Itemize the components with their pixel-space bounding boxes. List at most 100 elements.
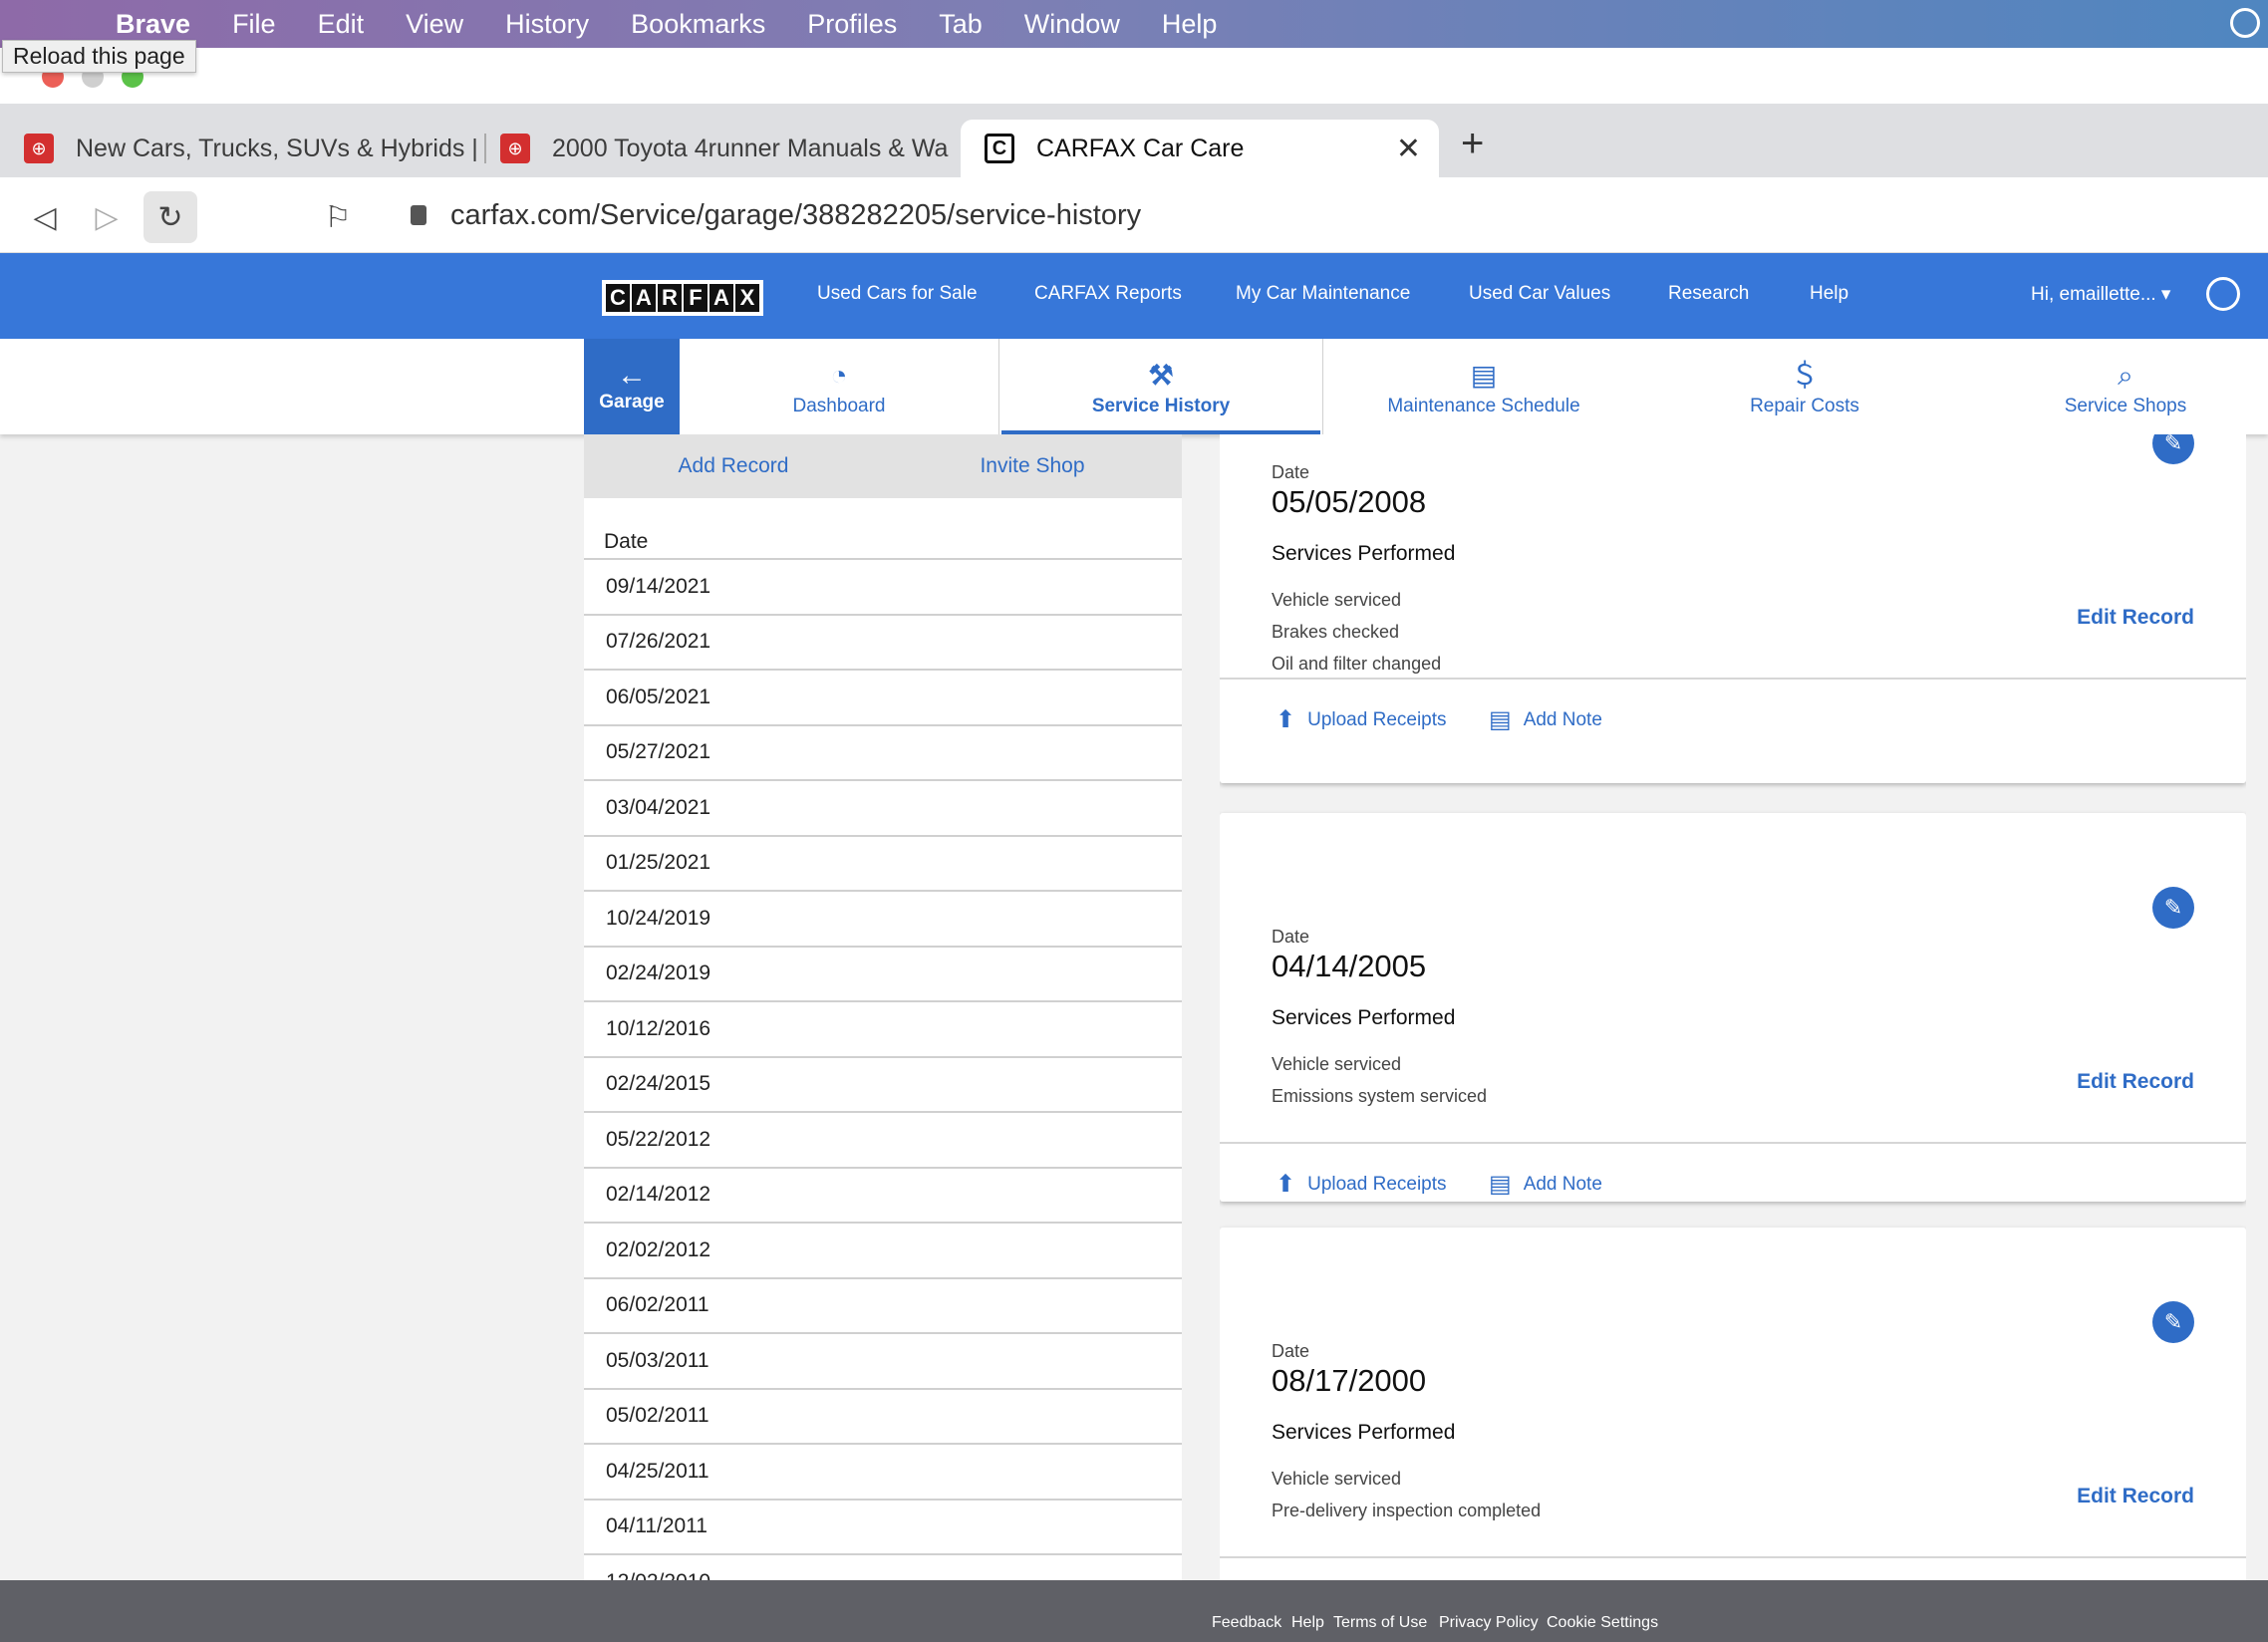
tab-service-history[interactable]: ⚒ Service History (998, 339, 1323, 434)
tab-dashboard[interactable]: ◔ Dashboard (680, 339, 998, 434)
address-bar[interactable]: carfax.com/Service/garage/388282205/serv… (383, 187, 2226, 243)
services-title: Services Performed (1272, 1421, 1456, 1444)
status-icon[interactable] (2230, 8, 2260, 38)
logo-letter: A (709, 284, 733, 312)
service-item: Pre-delivery inspection completed (1272, 1501, 1542, 1520)
clipboard-icon: ▤ (1489, 1171, 1512, 1198)
menu-help[interactable]: Help (1162, 9, 1218, 40)
magic-wand-icon[interactable]: ✎ (2152, 1301, 2194, 1343)
date-list-item[interactable]: 05/27/2021 (584, 726, 1182, 781)
services-title: Services Performed (1272, 542, 1456, 565)
upload-receipts-button[interactable]: ⬆ Upload Receipts (1276, 1170, 1447, 1199)
add-note-button[interactable]: ▤ Add Note (1489, 1170, 1602, 1199)
magic-wand-icon[interactable]: ✎ (2152, 887, 2194, 929)
footer-help[interactable]: Help (1291, 1614, 1324, 1632)
footer-terms[interactable]: Terms of Use (1333, 1614, 1427, 1632)
service-record-card: ✎ Date 04/14/2005 Services Performed Vehicle… (1220, 813, 2246, 1202)
add-record-button[interactable]: Add Record (584, 454, 883, 478)
date-list-item[interactable]: 10/12/2016 (584, 1002, 1182, 1058)
tab-repair-costs[interactable]: ＄ Repair Costs (1644, 339, 1965, 434)
menu-tab[interactable]: Tab (939, 9, 983, 40)
footer-cookie-settings[interactable]: Cookie Settings (1547, 1614, 1658, 1632)
account-icon[interactable] (2206, 277, 2240, 311)
site-footer: Feedback Help Terms of Use Privacy Polic… (0, 1580, 2268, 1642)
menu-file[interactable]: File (232, 9, 276, 40)
edit-record-link[interactable]: Edit Record (2077, 1485, 2194, 1508)
edit-record-link[interactable]: Edit Record (2077, 606, 2194, 630)
footer-feedback[interactable]: Feedback (1212, 1614, 1281, 1632)
date-list-item[interactable]: 02/24/2019 (584, 948, 1182, 1002)
os-menubar: Brave File Edit View History Bookmarks P… (0, 0, 2268, 48)
garage-subnav: ← Garage ◔ Dashboard ⚒ Service History ▤… (0, 339, 2268, 434)
nav-car-maintenance[interactable]: My Car Maintenance (1236, 283, 1410, 305)
date-list-item[interactable]: 03/04/2021 (584, 781, 1182, 837)
tab-carfax[interactable]: C CARFAX Car Care ✕ (961, 120, 1439, 177)
calendar-clock-icon: ▤ (1470, 360, 1498, 391)
menu-view[interactable]: View (406, 9, 463, 40)
menu-window[interactable]: Window (1024, 9, 1120, 40)
nav-used-car-values[interactable]: Used Car Values (1469, 283, 1610, 305)
carfax-logo[interactable]: CARFAX (602, 280, 763, 316)
tab-maintenance-schedule[interactable]: ▤ Maintenance Schedule (1323, 339, 1644, 434)
menu-profiles[interactable]: Profiles (807, 9, 897, 40)
date-list-item[interactable]: 05/02/2011 (584, 1390, 1182, 1445)
date-list-item[interactable]: 02/24/2015 (584, 1058, 1182, 1113)
menu-history[interactable]: History (505, 9, 589, 40)
service-item: Vehicle serviced (1272, 1054, 1402, 1074)
nav-used-cars[interactable]: Used Cars for Sale (817, 283, 978, 305)
record-date: 04/14/2005 (1272, 949, 1427, 983)
upload-receipts-button[interactable]: ⬆ Upload Receipts (1276, 705, 1447, 734)
date-list-item[interactable]: 05/03/2011 (584, 1334, 1182, 1390)
tab-title: 2000 Toyota 4runner Manuals & Wa (552, 134, 949, 162)
date-list-item[interactable]: 12/02/2010 (584, 1555, 1182, 1580)
date-list-item[interactable]: 06/02/2011 (584, 1279, 1182, 1334)
record-date: 08/17/2000 (1272, 1363, 1427, 1398)
nav-carfax-reports[interactable]: CARFAX Reports (1034, 283, 1182, 305)
reload-tooltip: Reload this page (2, 40, 196, 73)
upload-icon: ⬆ (1276, 706, 1296, 733)
nav-help[interactable]: Help (1810, 283, 1848, 305)
date-list-item[interactable]: 01/25/2021 (584, 837, 1182, 892)
record-date: 05/05/2008 (1272, 484, 1427, 519)
add-note-label: Add Note (1523, 708, 1602, 730)
user-menu[interactable]: Hi, emaillette... ▾ (2031, 283, 2170, 306)
magic-wand-icon[interactable]: ✎ (2152, 434, 2194, 464)
invite-shop-button[interactable]: Invite Shop (883, 454, 1182, 478)
date-list-item[interactable]: 04/25/2011 (584, 1445, 1182, 1501)
date-list-item[interactable]: 06/05/2021 (584, 671, 1182, 726)
reload-icon[interactable]: ↻ (143, 191, 197, 243)
tab-manuals[interactable]: ⊕ 2000 Toyota 4runner Manuals & Wa (476, 120, 955, 177)
service-item: Vehicle serviced (1272, 590, 1402, 610)
menu-app-name[interactable]: Brave (116, 9, 190, 40)
services-title: Services Performed (1272, 1006, 1456, 1029)
date-list-item[interactable]: 10/24/2019 (584, 892, 1182, 948)
new-tab-icon[interactable]: + (1461, 122, 1484, 166)
date-list-item[interactable]: 02/14/2012 (584, 1169, 1182, 1224)
date-list-item[interactable]: 04/11/2011 (584, 1501, 1182, 1555)
card-divider (1220, 1556, 2246, 1558)
add-note-button[interactable]: ▤ Add Note (1489, 705, 1602, 734)
date-list-item[interactable]: 09/14/2021 (584, 560, 1182, 616)
garage-back-button[interactable]: ← Garage (584, 339, 680, 434)
menu-bookmarks[interactable]: Bookmarks (631, 9, 765, 40)
tools-icon: ⚒ (1148, 360, 1174, 391)
back-icon[interactable]: ◁ (18, 191, 72, 243)
date-list-item[interactable]: 02/02/2012 (584, 1224, 1182, 1279)
upload-label: Upload Receipts (1307, 1173, 1447, 1195)
tab-toyota[interactable]: ⊕ New Cars, Trucks, SUVs & Hybrids | (0, 120, 484, 177)
date-list-item[interactable]: 05/22/2012 (584, 1113, 1182, 1169)
date-list-item[interactable]: 07/26/2021 (584, 616, 1182, 671)
browser-toolbar: ◁ ▷ ↻ ⚐ carfax.com/Service/garage/388282… (0, 177, 2268, 253)
url-text: carfax.com/Service/garage/388282205/serv… (450, 198, 1142, 231)
nav-research[interactable]: Research (1668, 283, 1749, 305)
edit-record-link[interactable]: Edit Record (2077, 1070, 2194, 1094)
close-tab-icon[interactable]: ✕ (1396, 132, 1421, 166)
bookmark-icon[interactable]: ⚐ (311, 191, 365, 243)
tab-label: Maintenance Schedule (1387, 396, 1580, 416)
forward-icon[interactable]: ▷ (80, 191, 134, 243)
carfax-favicon-icon: C (985, 134, 1014, 163)
menu-edit[interactable]: Edit (318, 9, 365, 40)
tab-service-shops[interactable]: ⌕ Service Shops (1965, 339, 2268, 434)
card-divider (1220, 1142, 2246, 1144)
footer-privacy[interactable]: Privacy Policy (1439, 1614, 1539, 1632)
